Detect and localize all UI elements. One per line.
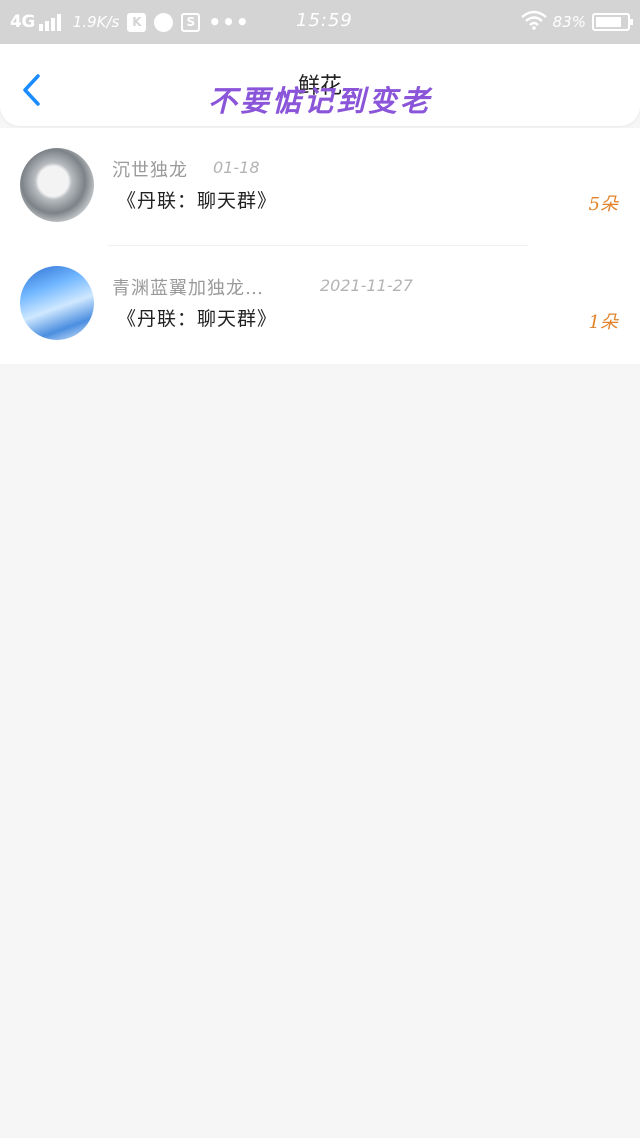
overlay-caption: 不要惦记到变老 bbox=[207, 84, 432, 118]
list-item[interactable]: 青渊蓝翼加独龙… 2021-11-27 《丹联：聊天群》 1朵 bbox=[0, 246, 640, 364]
avatar[interactable] bbox=[20, 266, 94, 340]
flower-count: 5朵 bbox=[588, 194, 618, 215]
group-name: 《丹联：聊天群》 bbox=[117, 308, 278, 330]
nav-bar: 鲜花 不要惦记到变老 bbox=[0, 44, 640, 126]
network-type: 4G bbox=[10, 12, 35, 32]
network-speed: 1.9K/s bbox=[72, 13, 120, 31]
status-bar: 4G 1.9K/s K S ••• 15:59 83% bbox=[0, 0, 640, 44]
status-time: 15:59 bbox=[296, 10, 353, 31]
status-left: 4G 1.9K/s K S ••• bbox=[10, 10, 250, 34]
wifi-icon bbox=[520, 10, 547, 34]
record-date: 01-18 bbox=[213, 158, 260, 177]
palette-app-icon bbox=[154, 12, 174, 32]
flower-count: 1朵 bbox=[588, 312, 618, 333]
status-right: 83% bbox=[520, 10, 633, 34]
battery-icon bbox=[592, 13, 633, 31]
sender-name: 青渊蓝翼加独龙… bbox=[112, 278, 264, 299]
signal-icon bbox=[38, 13, 61, 31]
battery-percent: 83% bbox=[552, 13, 586, 31]
avatar[interactable] bbox=[20, 148, 94, 222]
k-app-icon: K bbox=[127, 12, 147, 32]
record-date: 2021-11-27 bbox=[320, 276, 413, 295]
list-item[interactable]: 沉世独龙 01-18 《丹联：聊天群》 5朵 bbox=[0, 128, 640, 246]
more-notifications-icon: ••• bbox=[208, 10, 250, 34]
sender-name: 沉世独龙 bbox=[112, 160, 188, 181]
s-app-icon: S bbox=[181, 12, 201, 32]
flower-record-list: 沉世独龙 01-18 《丹联：聊天群》 5朵 青渊蓝翼加独龙… 2021-11-… bbox=[0, 128, 640, 364]
group-name: 《丹联：聊天群》 bbox=[117, 190, 278, 212]
